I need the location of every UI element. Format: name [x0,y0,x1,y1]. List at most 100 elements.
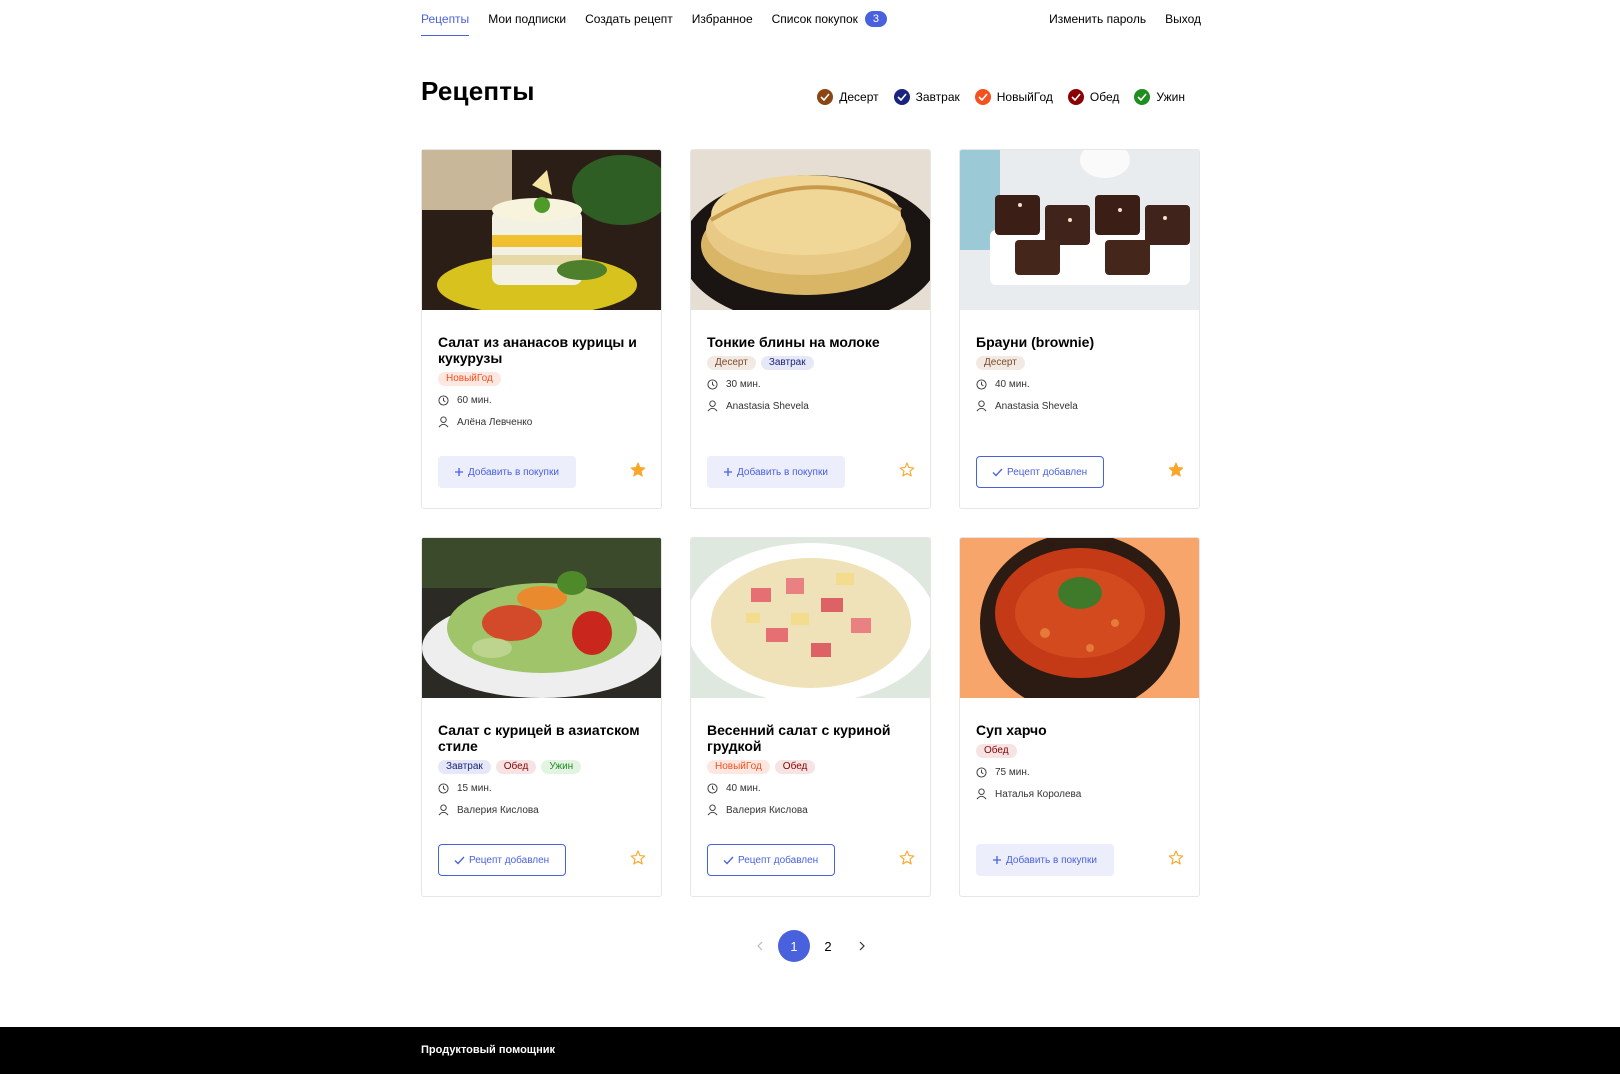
user-icon [976,788,987,800]
star-filled-icon[interactable] [1168,462,1184,478]
recipe-image[interactable] [691,538,930,698]
nav-account: Изменить пароль Выход [1030,11,1201,37]
recipe-title[interactable]: Суп харчо [976,722,1188,738]
nav-create-recipe-label: Создать рецепт [585,12,673,26]
recipe-card: Салат из ананасов курицы и кукурузы Новый… [421,149,662,509]
recipe-author: Алёна Левченко [438,416,650,428]
chevron-right-icon [859,941,865,951]
recipe-title[interactable]: Тонкие блины на молоке [707,334,919,350]
recipe-author: Валерия Кислова [438,804,650,816]
user-icon [976,400,987,412]
button-label: Рецепт добавлен [1007,466,1088,478]
next-page-button[interactable] [846,930,878,962]
nav-logout[interactable]: Выход [1165,11,1201,37]
clock-icon [976,767,987,778]
recipe-card-body: Салат с курицей в азиатском стиле Завтрак… [438,722,650,816]
clock-icon [707,783,718,794]
recipe-time: 75 мин. [976,767,1188,778]
star-outline-icon[interactable] [899,850,915,866]
nav-shopping-list[interactable]: Список покупок 3 [772,11,887,37]
recipe-image[interactable] [422,538,661,698]
recipe-author-name[interactable]: Anastasia Shevela [995,401,1078,412]
button-label: Добавить в покупки [1006,854,1097,866]
recipe-tags: Завтрак Обед Ужин [438,760,650,774]
prev-page-button[interactable] [744,930,776,962]
filter-label: Обед [1089,90,1120,104]
recipe-time-value: 30 мин. [726,379,761,390]
recipe-time-value: 75 мин. [995,767,1030,778]
add-to-cart-button[interactable]: Добавить в покупки [707,456,845,488]
recipe-author-name[interactable]: Алёна Левченко [457,417,532,428]
nav-change-password[interactable]: Изменить пароль [1049,11,1146,37]
recipe-author-name[interactable]: Наталья Королева [995,789,1081,800]
recipe-image[interactable] [960,538,1199,698]
recipe-added-button[interactable]: Рецепт добавлен [438,844,567,876]
recipe-title[interactable]: Салат с курицей в азиатском стиле [438,722,650,754]
recipe-card: Весенний салат с куриной грудкой НовыйГод… [690,537,931,897]
filter-label: НовыйГод [996,90,1053,104]
clock-icon [976,379,987,390]
add-to-cart-button[interactable]: Добавить в покупки [438,456,576,488]
plus-icon [724,468,732,476]
recipe-title[interactable]: Салат из ананасов курицы и кукурузы [438,334,650,366]
recipe-author-name[interactable]: Anastasia Shevela [726,401,809,412]
recipe-time-value: 60 мин. [457,395,492,406]
star-filled-icon[interactable] [630,462,646,478]
recipe-time: 30 мин. [707,379,919,390]
nav-create-recipe[interactable]: Создать рецепт [585,11,673,37]
clock-icon [438,783,449,794]
button-label: Рецепт добавлен [738,854,819,866]
recipe-time-value: 15 мин. [457,783,492,794]
nav-links: Рецепты Мои подписки Создать рецепт Избр… [421,11,906,37]
tag-badge: Обед [774,760,816,774]
nav-recipes-label: Рецепты [421,12,470,26]
recipe-title[interactable]: Весенний салат с куриной грудкой [707,722,919,754]
nav-subscriptions-label: Мои подписки [488,12,567,26]
recipe-time: 40 мин. [976,379,1188,390]
nav-shopping-list-label: Список покупок [771,12,858,26]
nav-favorites-label: Избранное [691,12,753,26]
recipe-author: Валерия Кислова [707,804,919,816]
filter-3[interactable]: Обед [1067,89,1120,105]
recipe-image[interactable] [960,150,1199,310]
recipe-added-button[interactable]: Рецепт добавлен [976,456,1105,488]
tag-badge: Десерт [976,356,1025,370]
recipe-time: 15 мин. [438,783,650,794]
tag-badge: НовыйГод [438,372,501,386]
recipe-author-name[interactable]: Валерия Кислова [726,805,808,816]
star-outline-icon[interactable] [630,850,646,866]
page-button[interactable]: 1 [778,930,810,962]
add-to-cart-button[interactable]: Добавить в покупки [976,844,1114,876]
filter-1[interactable]: Завтрак [893,89,960,105]
tag-badge: Завтрак [760,356,814,370]
clock-icon [438,395,449,406]
recipe-added-button[interactable]: Рецепт добавлен [707,844,836,876]
recipe-title[interactable]: Брауни (brownie) [976,334,1188,350]
recipe-card-body: Салат из ананасов курицы и кукурузы Новый… [438,334,650,428]
checkmark-icon [893,89,910,105]
recipe-image[interactable] [691,150,930,310]
nav-recipes[interactable]: Рецепты [421,11,470,37]
filter-4[interactable]: Ужин [1134,89,1185,105]
tag-badge: Завтрак [438,760,491,774]
star-outline-icon[interactable] [1168,850,1184,866]
footer-brand: Продуктовый помощник [421,1044,555,1056]
page-button[interactable]: 2 [812,930,844,962]
nav-logout-label: Выход [1165,12,1201,26]
recipe-author-name[interactable]: Валерия Кислова [457,805,539,816]
recipe-card-body: Суп харчо Обед 75 мин. Наталья Королева [976,722,1188,800]
page-title: Рецепты [421,76,535,106]
recipe-time-value: 40 мин. [726,783,761,794]
recipe-image[interactable] [422,150,661,310]
star-outline-icon[interactable] [899,462,915,478]
filter-0[interactable]: Десерт [817,89,879,105]
recipe-tags: Обед [976,744,1188,758]
chevron-left-icon [757,941,763,951]
nav-favorites[interactable]: Избранное [692,11,753,37]
check-icon [723,856,734,864]
filter-2[interactable]: НовыйГод [974,89,1053,105]
nav-subscriptions[interactable]: Мои подписки [488,11,566,37]
recipe-author: Anastasia Shevela [707,400,919,412]
check-icon [454,856,465,864]
recipe-time-value: 40 мин. [995,379,1030,390]
